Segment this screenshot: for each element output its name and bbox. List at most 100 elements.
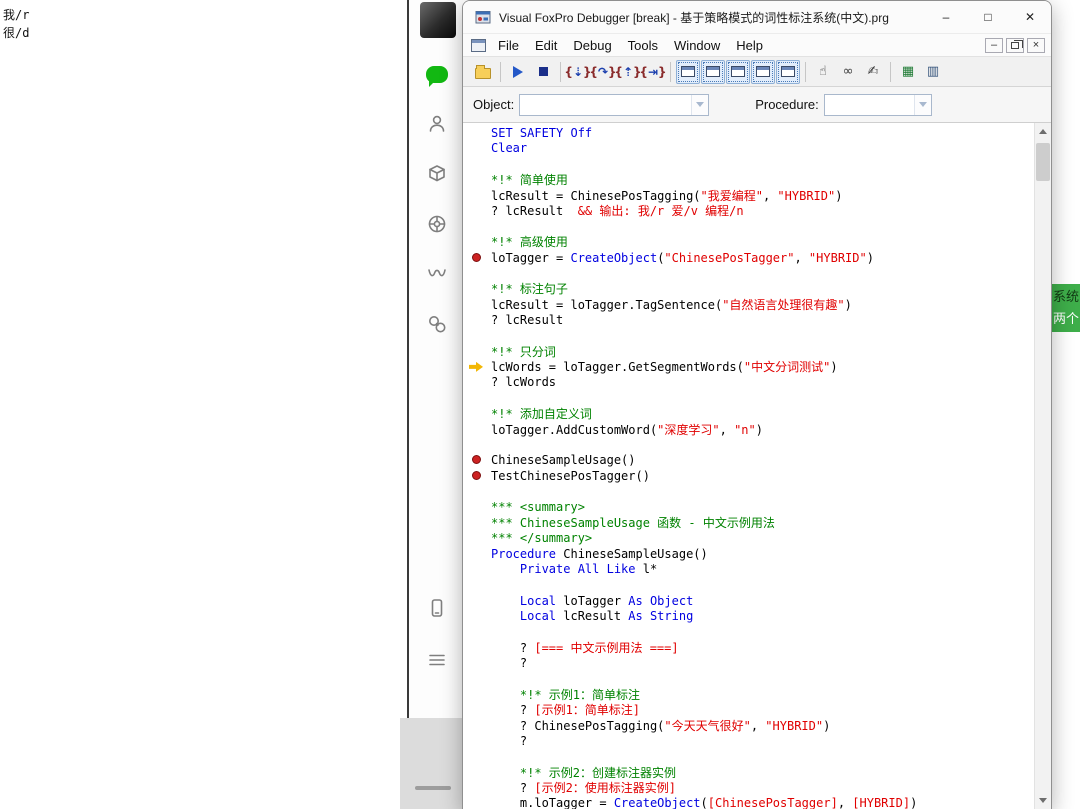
trace-code-area[interactable]: SET SAFETY Off Clear *!* 简单使用 lcResult = Ch… <box>463 123 1051 809</box>
favorites-icon[interactable] <box>409 162 465 186</box>
gutter <box>463 530 491 546</box>
output-window-button[interactable] <box>751 59 775 84</box>
menu-debug[interactable]: Debug <box>565 37 619 54</box>
code-line: *!* 示例1：简单标注 <box>463 686 1034 702</box>
minimize-button[interactable]: – <box>925 1 967 33</box>
gutter <box>463 125 491 141</box>
chats-icon[interactable] <box>409 62 465 87</box>
watch-window-icon <box>706 66 720 77</box>
code-line: *** </summary> <box>463 530 1034 546</box>
cancel-button[interactable] <box>531 60 555 84</box>
contacts-icon[interactable] <box>409 112 465 136</box>
trace-window-button[interactable] <box>676 59 700 84</box>
code-line: ? <box>463 733 1034 749</box>
gutter <box>463 375 491 391</box>
vertical-scrollbar[interactable] <box>1034 123 1051 809</box>
gutter <box>463 297 491 313</box>
object-combobox[interactable] <box>519 93 710 116</box>
code-line <box>463 671 1034 687</box>
clear-debug-output-button[interactable]: ✍ <box>861 60 885 84</box>
event-tracking-button[interactable]: ▥ <box>921 60 945 84</box>
gutter <box>463 219 491 235</box>
open-icon <box>475 64 491 79</box>
wave-w-icon <box>428 269 446 277</box>
breakpoint-marker[interactable] <box>463 452 491 468</box>
close-button[interactable]: ✕ <box>1009 1 1051 33</box>
breakpoint-marker[interactable] <box>463 250 491 266</box>
step-out-button[interactable]: ⇡ <box>616 60 640 84</box>
gutter <box>463 764 491 780</box>
coverage-logging-button[interactable]: ▦ <box>896 60 920 84</box>
step-over-button[interactable]: ↷ <box>591 60 615 84</box>
code-text: ? [示例1：简单标注] <box>491 703 641 718</box>
title-bar[interactable]: Visual FoxPro Debugger [break] - 基于策略模式的… <box>463 1 1051 33</box>
procedure-combobox[interactable] <box>823 93 932 116</box>
mobile-icon <box>431 599 443 617</box>
code-line: Local loTagger As Object <box>463 593 1034 609</box>
watch-expression-button[interactable]: ∞ <box>836 60 860 84</box>
phone-icon[interactable] <box>409 596 465 620</box>
code-line: loTagger.AddCustomWord("深度学习", "n") <box>463 421 1034 437</box>
procedure-dropdown-icon[interactable] <box>913 94 931 115</box>
menu-window[interactable]: Window <box>666 37 728 54</box>
callstack-window-icon <box>781 66 795 77</box>
menu-help[interactable]: Help <box>728 37 771 54</box>
gutter <box>463 624 491 640</box>
step-out-icon: ⇡ <box>614 65 641 79</box>
run-to-cursor-button[interactable]: ⇥ <box>641 60 665 84</box>
resize-handle[interactable] <box>414 786 451 790</box>
person-icon <box>429 115 445 132</box>
menu-edit[interactable]: Edit <box>527 37 565 54</box>
more-menu-icon[interactable] <box>409 648 465 672</box>
debug-toolbar: ⇣↷⇡⇥ ☝ ∞ ✍ ▦ ▥ <box>463 56 1051 87</box>
scrollbar-thumb[interactable] <box>1036 143 1050 181</box>
menu-file[interactable]: File <box>490 37 527 54</box>
mini-programs-icon[interactable] <box>409 312 465 336</box>
object-label: Object: <box>473 97 515 112</box>
gutter <box>463 562 491 578</box>
watch-window-button[interactable] <box>701 59 725 84</box>
locals-window-button[interactable] <box>726 59 750 84</box>
gutter <box>463 796 491 809</box>
code-line <box>463 390 1034 406</box>
code-text: m.loTagger = CreateObject([ChinesePosTag… <box>491 796 918 809</box>
breakpoint-dot-icon <box>472 252 481 262</box>
gutter <box>463 702 491 718</box>
maximize-button[interactable]: □ <box>967 1 1009 33</box>
code-line: ChineseSampleUsage() <box>463 452 1034 468</box>
open-button[interactable] <box>471 60 495 84</box>
toolbar-separator <box>560 61 561 82</box>
gutter <box>463 390 491 406</box>
object-dropdown-icon[interactable] <box>691 94 709 115</box>
moments-icon[interactable] <box>409 212 465 236</box>
menu-tools[interactable]: Tools <box>620 37 666 54</box>
toolbar-separator <box>670 61 671 82</box>
breakpoint-dot-icon <box>472 471 481 481</box>
mdi-minimize-button[interactable]: – <box>985 37 1003 53</box>
step-over-icon: ↷ <box>589 65 616 79</box>
gutter <box>463 593 491 609</box>
code-line: Clear <box>463 141 1034 157</box>
callstack-window-button[interactable] <box>776 59 800 84</box>
breakpoint-marker[interactable] <box>463 468 491 484</box>
channels-icon[interactable] <box>409 262 465 286</box>
gutter <box>463 546 491 562</box>
gutter <box>463 312 491 328</box>
scroll-down-button[interactable] <box>1035 792 1051 809</box>
resume-button[interactable] <box>506 60 530 84</box>
user-avatar[interactable] <box>420 2 456 38</box>
trace-window-icon[interactable] <box>471 38 486 52</box>
gutter <box>463 203 491 219</box>
code-line: *** <summary> <box>463 499 1034 515</box>
mdi-restore-button[interactable] <box>1006 37 1024 53</box>
mdi-close-button[interactable]: × <box>1027 37 1045 53</box>
code-line: Local lcResult As String <box>463 608 1034 624</box>
code-text: ? lcResult && 输出: 我/r 爱/v 编程/n <box>491 204 744 219</box>
current-line-marker[interactable] <box>463 359 491 375</box>
toggle-breakpoint-button[interactable]: ☝ <box>811 60 835 84</box>
step-into-button[interactable]: ⇣ <box>566 60 590 84</box>
scroll-up-button[interactable] <box>1035 123 1051 140</box>
resume-icon <box>513 65 523 78</box>
code-text: ? lcResult <box>491 312 564 327</box>
clear-debug-output-icon: ✍ <box>867 64 879 79</box>
